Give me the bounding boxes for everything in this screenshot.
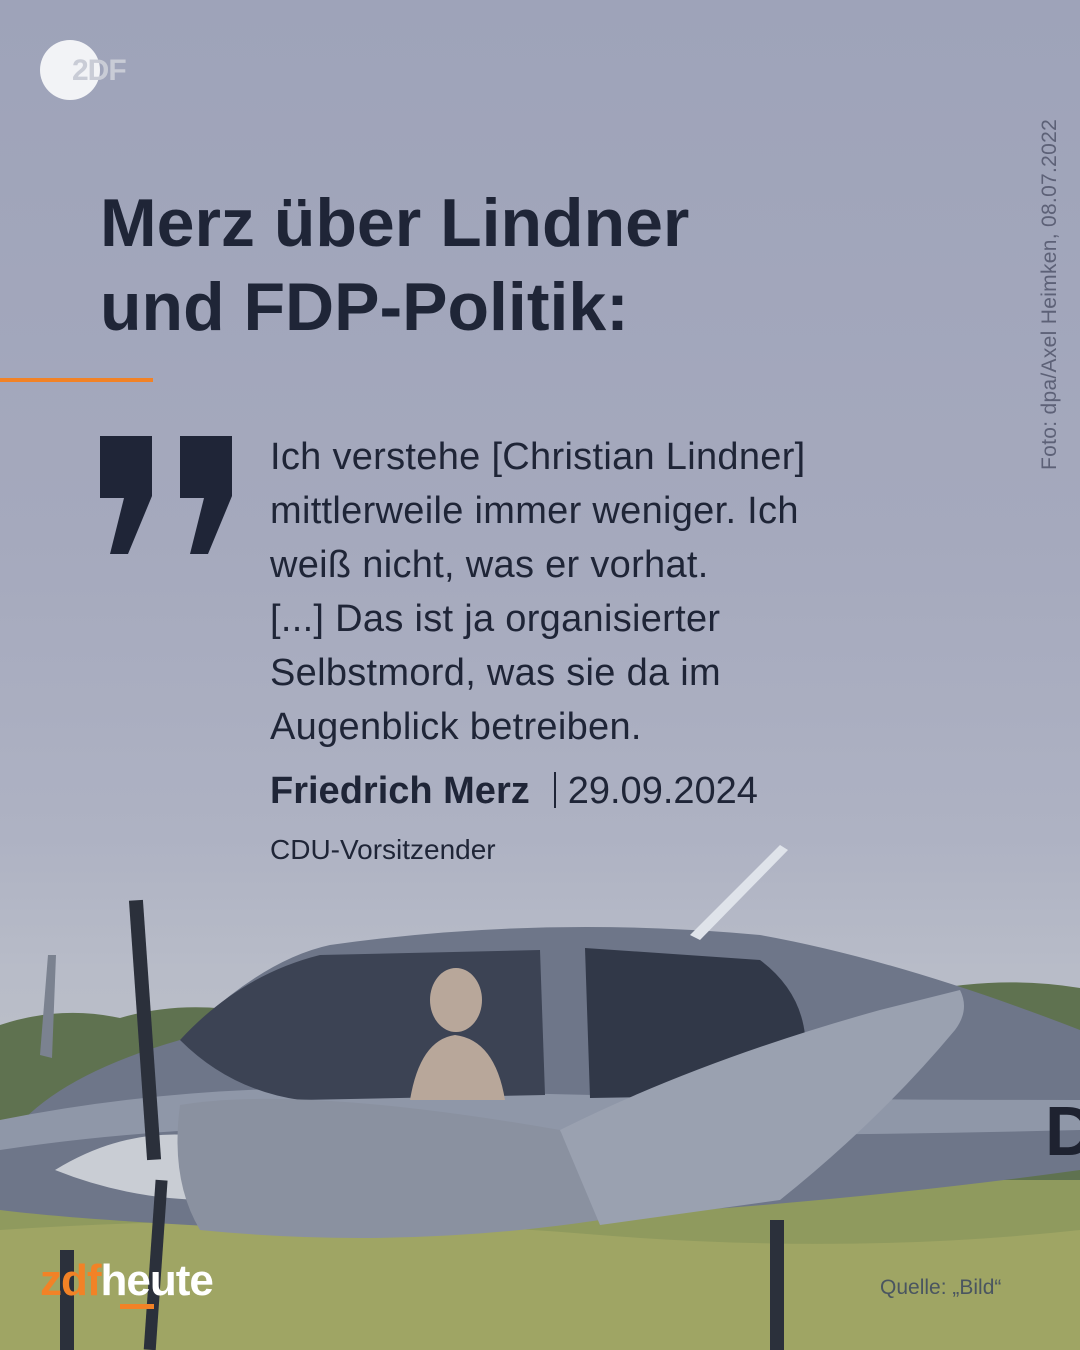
post-card: D 2DF Foto: dpa/Axel Heimken, 08.07.2022…	[0, 0, 1080, 1350]
quote-line: mittlerweile immer weniger. Ich	[270, 490, 799, 532]
antenna	[690, 845, 788, 940]
registration-letter: D	[1045, 1092, 1080, 1170]
headline-line-1: Merz über Lindner	[100, 185, 690, 261]
brand-heute: heute	[100, 1256, 214, 1305]
speaker-name: Friedrich Merz	[270, 770, 530, 812]
quote-line: [...] Das ist ja organisierter	[270, 598, 721, 640]
zdf-logo-icon: 2DF	[40, 40, 127, 100]
headline-line-2: und FDP-Politik:	[100, 268, 629, 345]
quote-line: weiß nicht, was er vorhat.	[270, 544, 709, 586]
brand-zdf: zdf	[40, 1256, 102, 1305]
quote-date: 29.09.2024	[567, 770, 758, 812]
svg-text:2DF: 2DF	[72, 54, 126, 87]
zdfheute-logo: zdfheute	[40, 1256, 214, 1306]
photo-credit: Foto: dpa/Axel Heimken, 08.07.2022	[1038, 118, 1061, 470]
quote-text: Ich verstehe [Christian Lindner] mittler…	[270, 430, 990, 754]
quote-line: Selbstmord, was sie da im	[270, 652, 721, 694]
quote-line: Augenblick betreiben.	[270, 706, 642, 748]
quotation-mark-icon	[100, 436, 232, 554]
source-note: Quelle: „Bild“	[880, 1276, 1002, 1299]
quote-line: Ich verstehe [Christian Lindner]	[270, 436, 806, 478]
attribution-separator	[553, 772, 556, 808]
headline: Merz über Lindner und FDP-Politik:	[100, 182, 920, 349]
quote-attribution: Friedrich Merz 29.09.2024	[270, 770, 758, 813]
speaker-role: CDU-Vorsitzender	[270, 834, 496, 865]
brand-underline	[120, 1304, 154, 1309]
accent-divider	[0, 378, 153, 382]
